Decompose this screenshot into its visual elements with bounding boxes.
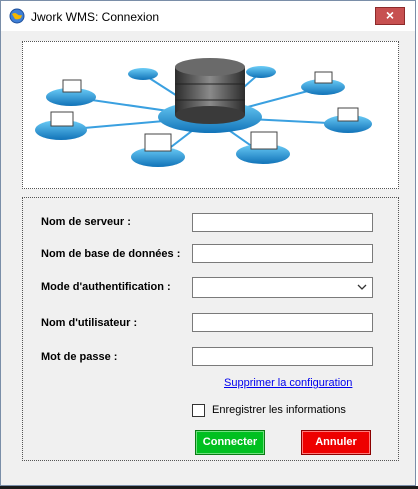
login-window: Jwork WMS: Connexion × Nom de serveur: …	[0, 0, 416, 486]
server-name-input[interactable]	[192, 213, 373, 232]
delete-config-link[interactable]: Supprimer la configuration	[224, 377, 352, 389]
server-name-label: Nom de serveur :	[41, 216, 131, 228]
title-bar[interactable]: Jwork WMS: Connexion ×	[1, 1, 415, 31]
connect-button[interactable]: Connecter	[195, 430, 265, 455]
connection-form: Nom de serveur : Nom de base de données …	[22, 197, 399, 461]
network-illustration-panel	[22, 41, 399, 189]
save-info-checkbox[interactable]	[192, 404, 205, 417]
window-title: Jwork WMS: Connexion	[31, 10, 160, 24]
close-icon: ×	[385, 7, 395, 23]
central-database-server	[158, 58, 262, 133]
app-globe-icon	[9, 8, 25, 24]
close-button[interactable]: ×	[375, 7, 405, 25]
password-label: Mot de passe :	[41, 351, 118, 363]
username-label: Nom d'utilisateur :	[41, 317, 138, 329]
auth-mode-label: Mode d'authentification :	[41, 281, 171, 293]
password-input[interactable]	[192, 347, 373, 366]
database-network-illustration	[35, 58, 372, 167]
database-name-input[interactable]	[192, 244, 373, 263]
database-name-label: Nom de base de données :	[41, 248, 181, 260]
chevron-down-icon	[357, 284, 367, 290]
cancel-button[interactable]: Annuler	[301, 430, 371, 455]
username-input[interactable]	[192, 313, 373, 332]
save-info-label: Enregistrer les informations	[212, 404, 346, 416]
auth-mode-select[interactable]	[192, 277, 373, 298]
